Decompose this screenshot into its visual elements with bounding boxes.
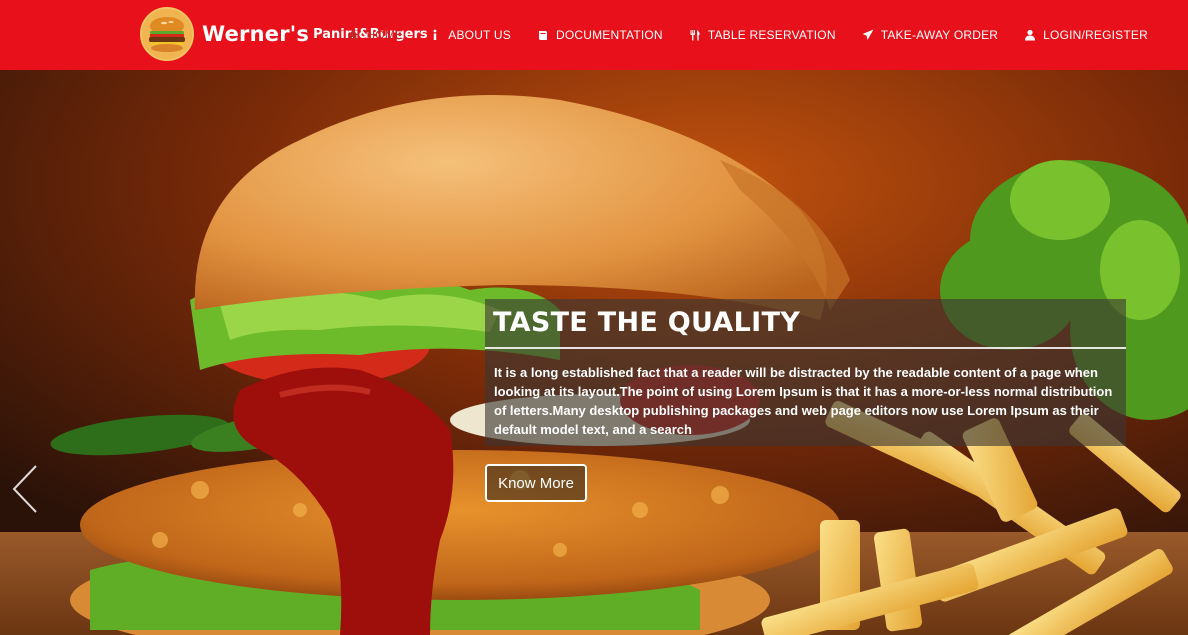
know-more-button[interactable]: Know More	[485, 464, 587, 502]
nav-item-label: LOGIN/REGISTER	[1043, 28, 1148, 42]
nav-item-documentation[interactable]: DOCUMENTATION	[537, 28, 663, 42]
nav-item-label: HOME	[366, 28, 404, 42]
home-icon	[347, 29, 359, 41]
nav-item-about-us[interactable]: ABOUT US	[429, 28, 511, 42]
nav-item-login-register[interactable]: LOGIN/REGISTER	[1024, 28, 1148, 42]
nav-item-label: ABOUT US	[448, 28, 511, 42]
hero-title: TASTE THE QUALITY	[493, 307, 801, 338]
paper-plane-icon	[862, 29, 874, 41]
book-icon	[537, 29, 549, 41]
user-icon	[1024, 29, 1036, 41]
nav-item-take-away-order[interactable]: TAKE-AWAY ORDER	[862, 28, 998, 42]
nav-item-label: DOCUMENTATION	[555, 28, 663, 42]
top-navbar: Werner's Panini&Burgers HOME ABOUT US DO…	[0, 0, 1188, 70]
nav-item-label: TABLE RESERVATION	[707, 28, 836, 42]
hero-carousel: TASTE THE QUALITY It is a long establish…	[0, 70, 1188, 635]
burger-logo-icon	[140, 7, 194, 61]
brand-name: Werner's	[202, 22, 310, 46]
cutlery-icon	[689, 29, 701, 41]
info-icon	[429, 29, 441, 41]
nav-item-home[interactable]: HOME	[347, 28, 403, 42]
main-nav: HOME ABOUT US DOCUMENTATION TABLE RESERV…	[321, 0, 1148, 70]
nav-item-label: TAKE-AWAY ORDER	[880, 28, 999, 42]
nav-item-table-reservation[interactable]: TABLE RESERVATION	[689, 28, 836, 42]
caption-divider	[485, 347, 1126, 349]
hero-caption: TASTE THE QUALITY It is a long establish…	[485, 299, 1126, 446]
chevron-left-icon[interactable]	[8, 462, 44, 516]
hero-description: It is a long established fact that a rea…	[494, 365, 1113, 437]
